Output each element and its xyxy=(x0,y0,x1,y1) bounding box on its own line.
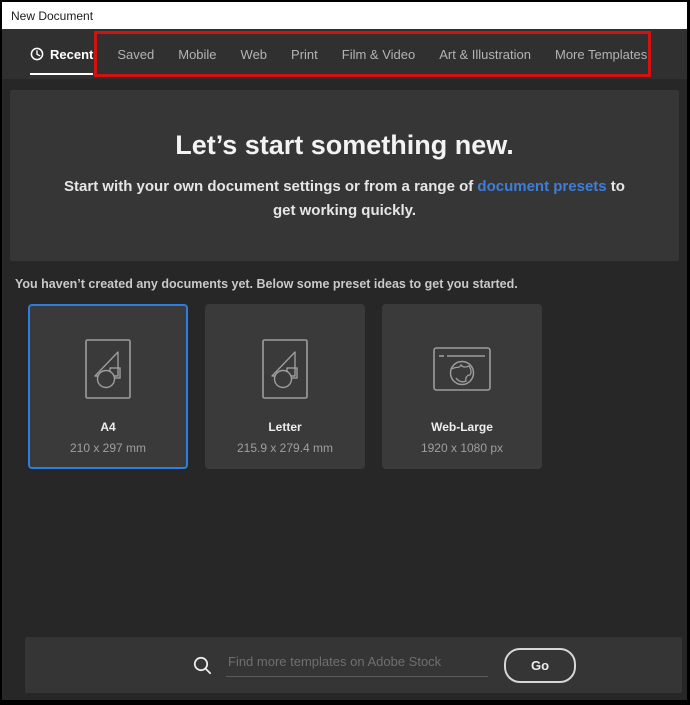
tab-mobile[interactable]: Mobile xyxy=(178,29,216,79)
tab-label: Recent xyxy=(50,46,94,62)
preset-card-letter[interactable]: Letter 215.9 x 279.4 mm xyxy=(205,304,365,469)
hero-subtitle: Start with your own document settings or… xyxy=(55,175,635,223)
tab-label: Mobile xyxy=(178,46,217,62)
hero-title: Let’s start something new. xyxy=(175,130,514,160)
go-button[interactable]: Go xyxy=(504,647,576,683)
tab-label: Web xyxy=(240,46,268,62)
search-icon[interactable] xyxy=(193,656,212,675)
preset-name: A4 xyxy=(100,420,116,434)
empty-state-message: You haven’t created any documents yet. B… xyxy=(15,277,518,291)
adobe-stock-search-bar: Go xyxy=(25,637,682,693)
tab-recent[interactable]: Recent xyxy=(30,29,94,79)
tab-web[interactable]: Web xyxy=(241,29,268,79)
document-presets-link[interactable]: document presets xyxy=(477,178,606,195)
preset-name: Letter xyxy=(268,420,302,434)
preset-name: Web-Large xyxy=(431,420,493,434)
new-document-dialog: New Document Recent Saved Mobile Web Pri… xyxy=(2,2,687,700)
hero-subtitle-text: Start with your own document settings or… xyxy=(64,178,478,195)
document-preset-icon xyxy=(262,339,308,399)
preset-card-web-large[interactable]: Web-Large 1920 x 1080 px xyxy=(382,304,542,469)
tab-saved[interactable]: Saved xyxy=(117,29,154,79)
document-preset-icon xyxy=(85,339,131,399)
tab-more-templates[interactable]: More Templates xyxy=(555,29,647,79)
tab-print[interactable]: Print xyxy=(291,29,318,79)
preset-size: 215.9 x 279.4 mm xyxy=(236,441,334,455)
web-globe-icon xyxy=(433,339,491,399)
preset-card-a4[interactable]: A4 210 x 297 mm xyxy=(28,304,188,469)
preset-size: 1920 x 1080 px xyxy=(420,441,504,455)
tab-art-illustration[interactable]: Art & Illustration xyxy=(439,29,531,79)
tab-label: Print xyxy=(291,46,318,62)
go-button-label: Go xyxy=(530,657,550,673)
tab-label: More Templates xyxy=(555,46,648,62)
tab-film-video[interactable]: Film & Video xyxy=(342,29,415,79)
tab-label: Art & Illustration xyxy=(439,46,531,62)
preset-card-row: A4 210 x 297 mm Letter 215.9 x 279.4 mm xyxy=(28,304,687,469)
title-bar: New Document xyxy=(2,2,687,29)
preset-size: 210 x 297 mm xyxy=(69,441,147,455)
hero-panel: Let’s start something new. Start with yo… xyxy=(10,90,679,261)
tab-label: Film & Video xyxy=(341,46,416,62)
tab-label: Saved xyxy=(117,46,155,62)
window-title: New Document xyxy=(11,8,94,23)
category-tab-bar: Recent Saved Mobile Web Print Film & Vid… xyxy=(2,29,687,79)
clock-icon xyxy=(30,47,44,61)
stock-search-input[interactable] xyxy=(226,653,488,677)
